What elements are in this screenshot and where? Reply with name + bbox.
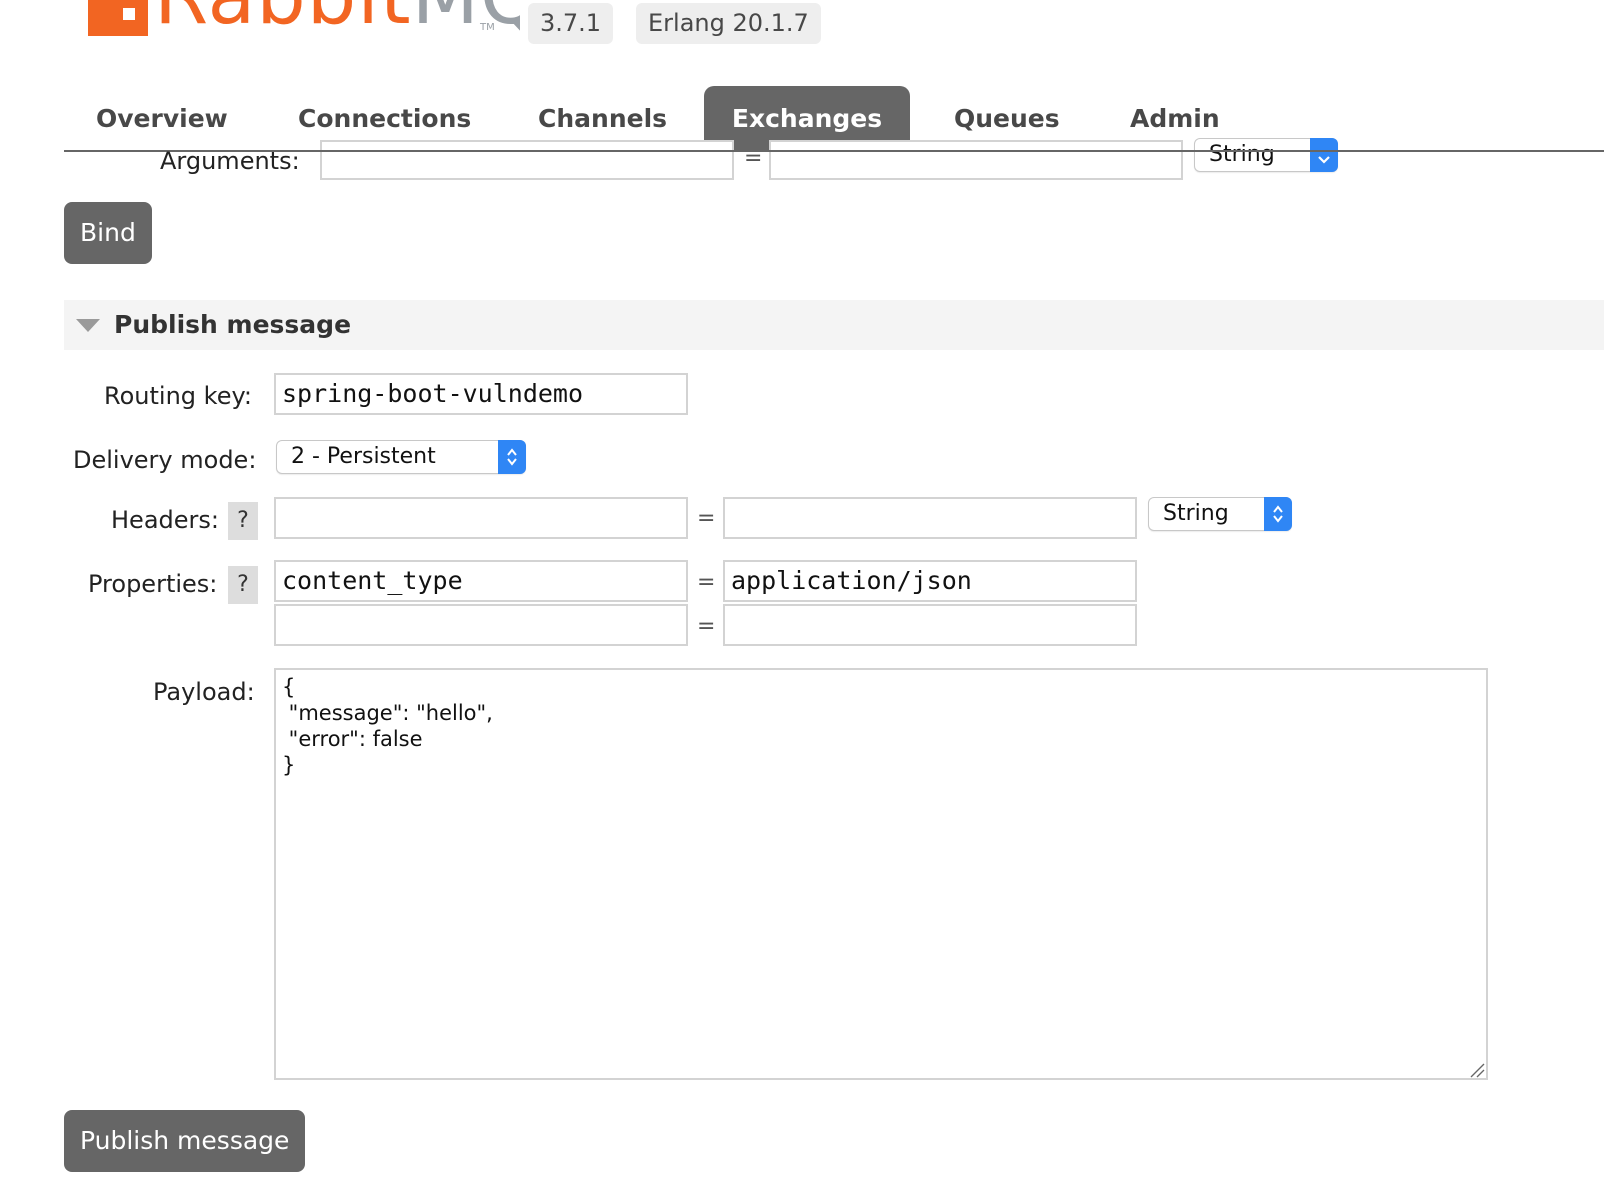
properties-help-button[interactable]: ?	[228, 566, 258, 604]
property-value-input[interactable]	[723, 604, 1137, 646]
headers-type-select[interactable]: String	[1148, 497, 1292, 531]
routing-key-input[interactable]: spring-boot-vulndemo	[274, 373, 688, 415]
property-key-input[interactable]: content_type	[274, 560, 688, 602]
property-key-input[interactable]	[274, 604, 688, 646]
payload-textarea[interactable]: { "message": "hello", "error": false }	[274, 668, 1488, 1080]
publish-message-button[interactable]: Publish message	[64, 1110, 306, 1172]
headers-type-value: String	[1163, 501, 1229, 526]
bind-button[interactable]: Bind	[64, 202, 152, 264]
delivery-mode-select[interactable]: 2 - Persistent	[276, 440, 526, 474]
headers-equals: =	[697, 506, 716, 531]
publish-message-section-title: Publish message	[114, 310, 352, 339]
collapse-triangle-icon	[76, 318, 100, 337]
property-equals: =	[697, 570, 716, 595]
delivery-mode-label: Delivery mode:	[73, 446, 257, 474]
property-value-input[interactable]: application/json	[723, 560, 1137, 602]
headers-value-input[interactable]	[723, 497, 1137, 539]
updown-arrows-icon	[498, 440, 526, 474]
property-equals: =	[697, 614, 716, 639]
payload-label: Payload:	[153, 678, 255, 706]
headers-help-button[interactable]: ?	[228, 502, 258, 540]
properties-label: Properties:	[88, 570, 218, 598]
updown-arrows-icon	[1264, 497, 1292, 531]
resize-handle-icon[interactable]	[1469, 1062, 1485, 1082]
headers-key-input[interactable]	[274, 497, 688, 539]
routing-key-label: Routing key:	[104, 382, 252, 410]
arguments-label: Arguments:	[160, 147, 300, 175]
headers-label: Headers:	[111, 506, 219, 534]
delivery-mode-value: 2 - Persistent	[291, 444, 436, 469]
publish-message-section-header[interactable]: Publish message	[64, 300, 1604, 350]
